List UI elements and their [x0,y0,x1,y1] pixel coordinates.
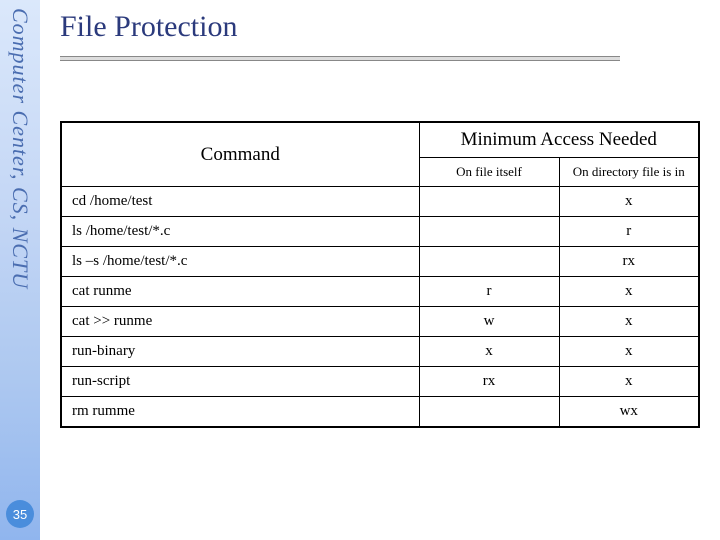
on-dir-cell: x [559,187,699,217]
on-dir-cell: x [559,337,699,367]
file-protection-table: Command Minimum Access Needed On file it… [60,121,700,428]
on-file-cell [419,397,559,428]
on-dir-header: On directory file is in [559,158,699,187]
on-file-cell [419,187,559,217]
on-file-cell: w [419,307,559,337]
sidebar-label-text: Computer Center, CS, NCTU [7,8,33,289]
page-number: 35 [13,507,27,522]
on-file-cell: r [419,277,559,307]
command-cell: run-script [61,367,419,397]
command-cell: run-binary [61,337,419,367]
on-file-cell: x [419,337,559,367]
table-row: run-binary x x [61,337,699,367]
on-file-cell [419,217,559,247]
table-row: rm rumme wx [61,397,699,428]
table-row: ls –s /home/test/*.c rx [61,247,699,277]
command-cell: ls /home/test/*.c [61,217,419,247]
on-dir-cell: wx [559,397,699,428]
command-cell: cd /home/test [61,187,419,217]
command-cell: cat >> runme [61,307,419,337]
title-underline [60,56,620,61]
table-row: cd /home/test x [61,187,699,217]
access-header: Minimum Access Needed [419,122,699,158]
command-header: Command [61,122,419,187]
on-dir-cell: x [559,307,699,337]
table-row: cat >> runme w x [61,307,699,337]
page-title: File Protection [60,10,710,44]
on-dir-cell: rx [559,247,699,277]
table-row: cat runme r x [61,277,699,307]
page-number-badge: 35 [6,500,34,528]
command-cell: cat runme [61,277,419,307]
on-dir-cell: x [559,277,699,307]
sidebar-label: Computer Center, CS, NCTU [0,0,40,540]
slide-content: File Protection Command Minimum Access N… [60,0,710,540]
command-cell: rm rumme [61,397,419,428]
table-row: run-script rx x [61,367,699,397]
command-cell: ls –s /home/test/*.c [61,247,419,277]
on-dir-cell: x [559,367,699,397]
on-file-cell: rx [419,367,559,397]
table-row: ls /home/test/*.c r [61,217,699,247]
on-file-header: On file itself [419,158,559,187]
on-file-cell [419,247,559,277]
on-dir-cell: r [559,217,699,247]
